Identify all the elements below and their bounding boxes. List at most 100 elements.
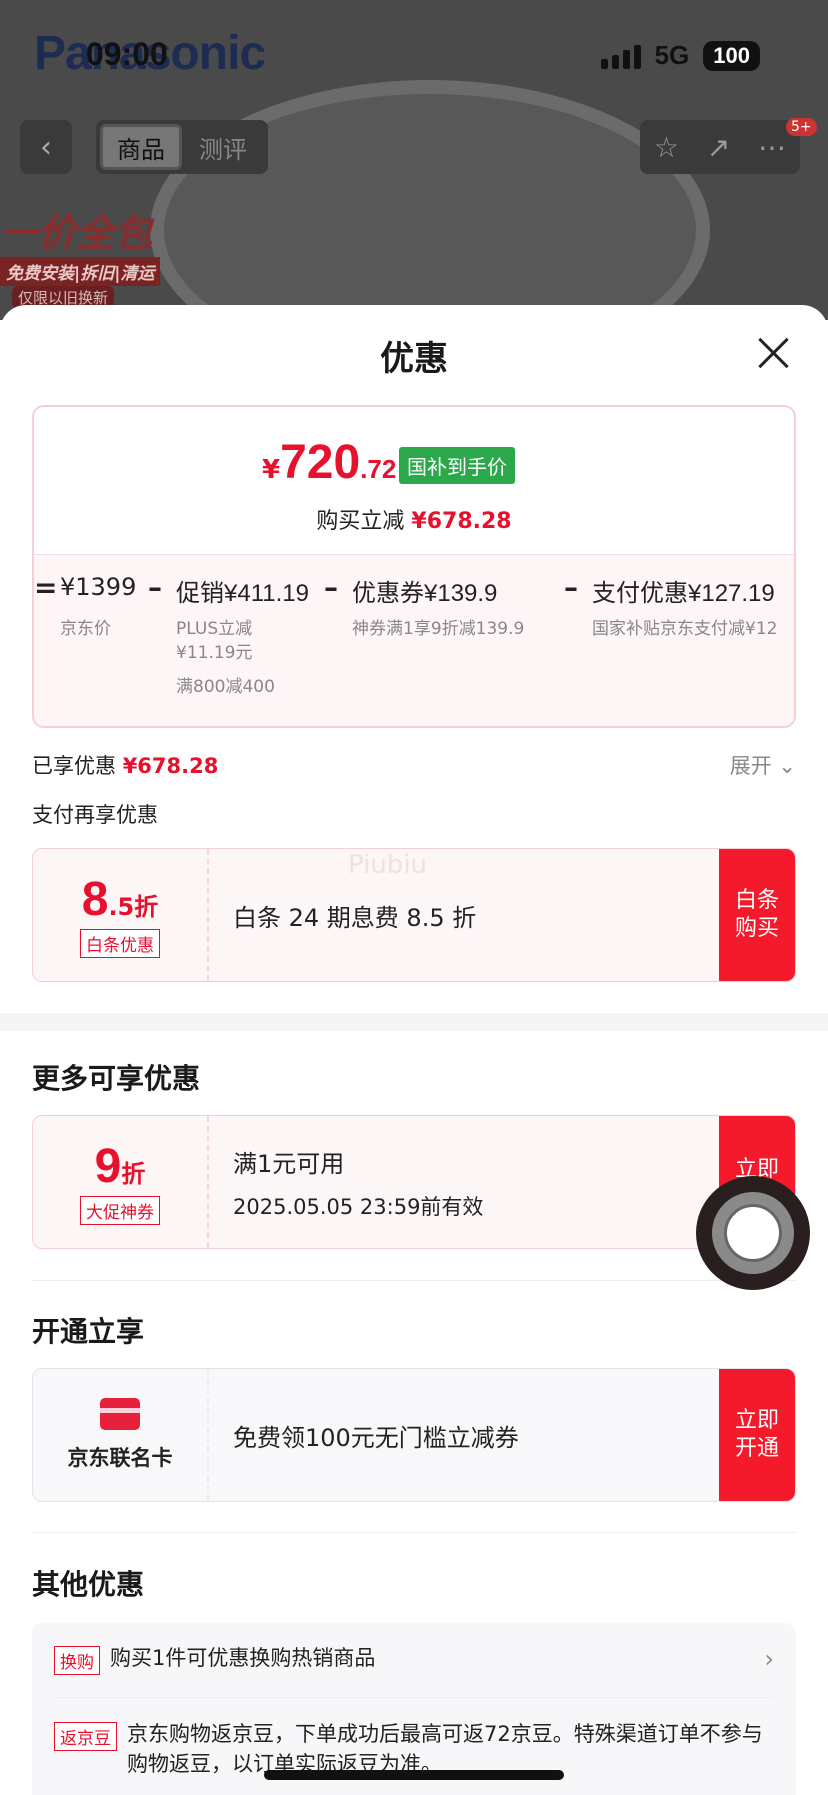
network-type: 5G — [654, 40, 690, 70]
chevron-down-icon: ⌄ — [778, 754, 796, 778]
big-promo-coupon: 9折 大促神券 满1元可用 2025.05.05 23:59前有效 立即 — [32, 1115, 796, 1249]
promo-banner: 一价全包 免费安装|拆旧|清运 仅限以旧换新 — [0, 202, 161, 309]
tab-review[interactable]: 测评 — [182, 124, 264, 170]
watermark: Piubiu — [348, 850, 428, 880]
card-offer-text: 免费领100元无门槛立减券 — [233, 1423, 519, 1452]
more-offers-title: 更多可享优惠 — [32, 1062, 201, 1095]
coupon-sub: 神券满1享9折减139.9 — [352, 619, 525, 639]
product-image — [150, 80, 710, 320]
coupon-value: ¥139.9 — [424, 580, 498, 607]
notification-badge: 5+ — [786, 118, 817, 136]
coupon-label: 优惠券 — [352, 579, 424, 607]
jd-price-value: ¥1399 — [60, 573, 137, 601]
enjoyed-value: ¥678.28 — [122, 754, 219, 778]
enjoyed-discount: 已享优惠 ¥678.28 — [32, 750, 218, 780]
more-icon[interactable]: ⋯ — [758, 131, 786, 164]
chevron-left-icon: ‹ — [40, 129, 52, 165]
card-offer-content: 免费领100元无门槛立减券 — [233, 1369, 519, 1501]
instant-discount-label: 购买立减 — [316, 509, 405, 534]
hand-price: ¥ 720 .72 — [262, 435, 396, 490]
divider — [32, 1280, 796, 1281]
equals-sign: = — [34, 571, 58, 604]
payment-sub: 国家补贴京东支付减¥12 — [592, 619, 778, 639]
product-backdrop: Panasonic 09:00 5G 100 ‹ 商品 测评 ☆ ↗ ⋯ 5+ … — [0, 0, 828, 320]
credit-card-icon — [100, 1398, 140, 1430]
promo-sub1: PLUS立减 — [176, 619, 253, 639]
toolbar-right: ☆ ↗ ⋯ — [640, 120, 800, 174]
star-icon[interactable]: ☆ — [654, 131, 679, 164]
button-label: 立即 开通 — [734, 1408, 779, 1461]
assistive-touch-core — [724, 1204, 782, 1262]
currency-symbol: ¥ — [262, 455, 281, 485]
discount-value: 9折 — [95, 1139, 146, 1194]
price-integer: 720 — [280, 436, 361, 489]
battery-indicator: 100 — [703, 40, 760, 71]
coupon-left: 9折 大促神券 — [33, 1116, 209, 1248]
instant-discount-value: ¥678.28 — [411, 509, 512, 534]
promo-item: 促销¥411.19 — [176, 573, 309, 608]
promo-subtitle: 免费安装|拆旧|清运 — [0, 257, 161, 286]
coupon-type-label: 大促神券 — [80, 1196, 160, 1225]
coupon-text: 白条 24 期息费 8.5 折 — [233, 903, 477, 932]
jd-price-label: 京东价 — [60, 619, 111, 639]
offer-text: 购买1件可优惠换购热销商品 — [110, 1646, 376, 1670]
coupon-content: 满1元可用 2025.05.05 23:59前有效 — [233, 1116, 483, 1248]
enjoyed-label: 已享优惠 — [32, 754, 116, 778]
minus-sign: – — [324, 571, 338, 604]
expand-label: 展开 — [729, 754, 772, 778]
promo-sub2: ¥11.19元 — [176, 643, 253, 663]
other-offer-tradein[interactable]: 换购 购买1件可优惠换购热销商品 › — [54, 1643, 774, 1675]
discount-number: 9 — [94, 1140, 122, 1193]
discount-suffix: 折 — [121, 1160, 146, 1188]
pay-more-title: 支付再享优惠 — [32, 803, 158, 827]
discount-value: 8.5折 — [82, 872, 159, 927]
home-indicator[interactable] — [264, 1770, 564, 1780]
price-decimal: .72 — [360, 454, 397, 484]
open-offers-title: 开通立享 — [32, 1315, 145, 1348]
status-indicators: 5G 100 — [600, 40, 760, 71]
close-icon[interactable] — [756, 335, 790, 369]
coupon-left: 8.5折 白条优惠 — [33, 849, 209, 981]
coupon-type-label: 白条优惠 — [80, 929, 160, 958]
divider — [32, 1532, 796, 1533]
share-icon[interactable]: ↗ — [707, 131, 730, 164]
tab-product[interactable]: 商品 — [100, 124, 182, 170]
coupon-item: 优惠券¥139.9 — [352, 573, 497, 608]
promo-label: 促销 — [176, 579, 224, 607]
tab-switcher: 商品 测评 — [96, 120, 268, 174]
other-offers-title: 其他优惠 — [32, 1568, 145, 1601]
back-button[interactable]: ‹ — [20, 120, 72, 174]
card-offer: 京东联名卡 免费领100元无门槛立减券 立即 开通 — [32, 1368, 796, 1502]
promo-title: 一价全包 — [0, 211, 153, 255]
minus-sign: – — [148, 571, 162, 604]
card-name: 京东联名卡 — [67, 1446, 173, 1470]
signal-icon — [600, 43, 641, 69]
discount-number: 8 — [81, 873, 109, 926]
button-label: 白条 购买 — [734, 888, 779, 941]
price-breakdown-card: ¥ 720 .72 国补到手价 购买立减 ¥678.28 = ¥1399 京东价… — [32, 405, 796, 728]
offer-tag: 换购 — [54, 1646, 100, 1675]
assistive-touch-button[interactable] — [696, 1176, 810, 1290]
baitiao-buy-button[interactable]: 白条 购买 — [719, 849, 795, 981]
coupon-condition: 满1元可用 — [233, 1149, 345, 1178]
divider — [54, 1697, 774, 1698]
open-card-button[interactable]: 立即 开通 — [719, 1369, 795, 1501]
chevron-right-icon: › — [764, 1645, 774, 1673]
assistive-touch-ring — [712, 1192, 794, 1274]
section-separator — [0, 1013, 828, 1031]
coupon-expiry: 2025.05.05 23:59前有效 — [233, 1194, 484, 1219]
discount-suffix: .5折 — [108, 893, 159, 921]
offer-tag: 返京豆 — [54, 1722, 117, 1751]
discount-sheet: 优惠 ¥ 720 .72 国补到手价 购买立减 ¥678.28 = ¥1399 … — [0, 305, 828, 1795]
payment-item: 支付优惠¥127.19 — [592, 573, 775, 608]
sheet-title: 优惠 — [380, 339, 448, 379]
payment-label: 支付优惠 — [592, 579, 688, 607]
instant-discount: 购买立减 ¥678.28 — [34, 503, 794, 535]
hand-price-area: ¥ 720 .72 国补到手价 购买立减 ¥678.28 — [34, 407, 794, 555]
expand-button[interactable]: 展开 ⌄ — [730, 750, 796, 780]
card-left: 京东联名卡 — [33, 1369, 209, 1501]
subsidy-price-tag: 国补到手价 — [399, 447, 515, 484]
minus-sign: – — [564, 571, 578, 604]
promo-sub3: 满800减400 — [176, 677, 275, 697]
price-formula: = ¥1399 京东价 – 促销¥411.19 PLUS立减 ¥11.19元 满… — [34, 555, 794, 726]
